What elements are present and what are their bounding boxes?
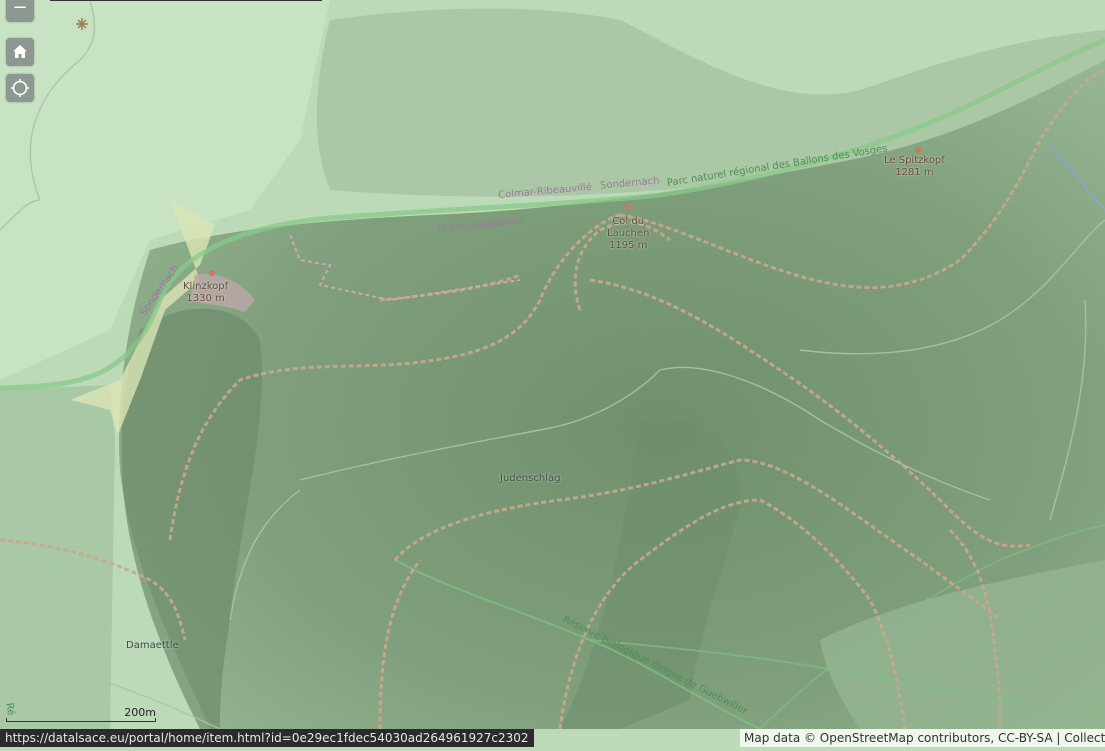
minus-icon: − bbox=[12, 0, 28, 18]
locate-icon bbox=[11, 79, 29, 97]
status-url: https://datalsace.eu/portal/home/item.ht… bbox=[0, 729, 534, 747]
peak-marker-1 bbox=[209, 270, 215, 276]
left-meadow bbox=[0, 385, 115, 729]
zoom-out-button[interactable]: − bbox=[6, 0, 34, 22]
scale-bar-line bbox=[6, 718, 156, 722]
peak-name: Klinzkopf bbox=[183, 281, 229, 292]
peak-name: Col du bbox=[612, 216, 645, 227]
map-layer bbox=[0, 0, 1105, 747]
peak-marker-2 bbox=[625, 204, 631, 210]
map-canvas[interactable]: Klinzkopf 1330 m Col du Lauchen 1195 m L… bbox=[0, 0, 1105, 747]
peak-label-spitzkopf: Le Spitzkopf 1281 m bbox=[884, 155, 945, 179]
home-button[interactable] bbox=[6, 38, 34, 66]
peak-elevation: 1330 m bbox=[186, 293, 225, 304]
place-label-judenschlag: Judenschlag bbox=[500, 473, 561, 484]
scale-bar: 200m bbox=[6, 706, 156, 722]
peak-elevation: 1281 m bbox=[895, 167, 934, 178]
peak-name-line-2: Lauchen bbox=[607, 228, 650, 239]
peak-name: Le Spitzkopf bbox=[884, 155, 945, 166]
peak-label-col-du-lauchen: Col du Lauchen 1195 m bbox=[607, 216, 649, 252]
place-label-damaettle: Damaettle bbox=[126, 640, 179, 651]
home-icon bbox=[13, 45, 27, 58]
peak-elevation: 1195 m bbox=[609, 240, 648, 251]
peak-label-klinzkopf: Klinzkopf 1330 m bbox=[183, 281, 228, 305]
map-attribution: Map data © OpenStreetMap contributors, C… bbox=[740, 729, 1105, 747]
peak-marker-3 bbox=[915, 147, 921, 153]
locate-button[interactable] bbox=[6, 74, 34, 102]
